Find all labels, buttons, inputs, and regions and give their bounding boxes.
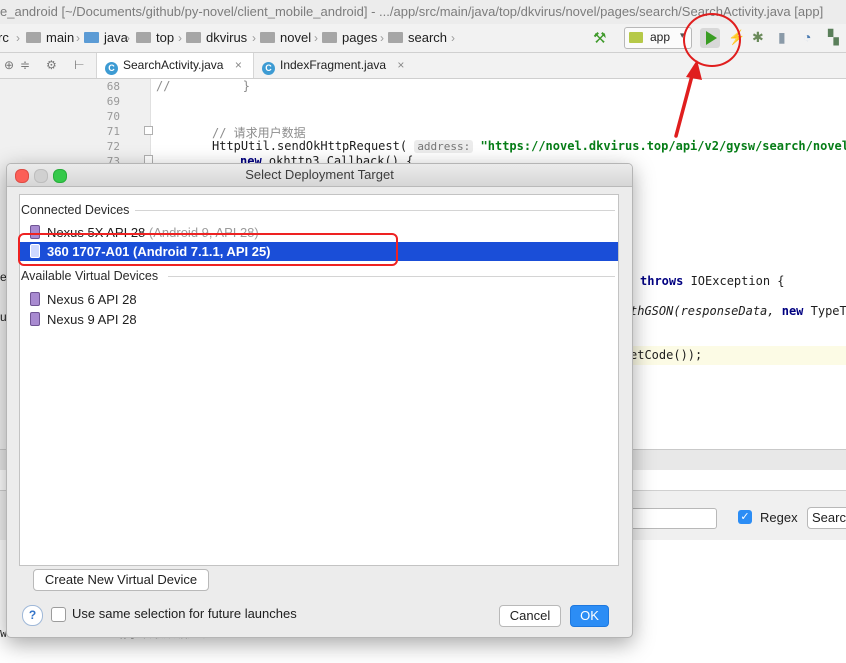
folder-icon (388, 32, 403, 43)
gear-icon[interactable]: ⚙ (46, 58, 57, 72)
run-configuration-select[interactable]: app ▾ (624, 27, 692, 49)
breadcrumb-search[interactable]: search (388, 24, 447, 52)
regex-checkbox[interactable]: ✓ (738, 510, 752, 524)
chevron-right-icon: › (126, 31, 130, 45)
tab-indexfragment[interactable]: C IndexFragment.java × (254, 53, 404, 78)
class-icon: C (262, 62, 275, 75)
device-row-nexus-6[interactable]: Nexus 6 API 28 (20, 290, 618, 309)
regex-label: Regex (760, 510, 798, 525)
breadcrumb-src[interactable]: rc (0, 24, 9, 52)
folder-icon (136, 32, 151, 43)
line-number: 70 (106, 110, 120, 123)
chevron-right-icon: › (76, 31, 80, 45)
collapse-icon[interactable]: ≑ (20, 58, 30, 72)
target-icon[interactable]: ⊕ (4, 58, 14, 72)
find-input[interactable] (630, 508, 717, 529)
create-virtual-device-button[interactable]: Create New Virtual Device (33, 569, 209, 591)
chevron-right-icon: › (16, 31, 20, 45)
breadcrumb-java[interactable]: java (84, 24, 128, 52)
close-icon[interactable]: × (235, 58, 242, 72)
breadcrumb-novel[interactable]: novel (260, 24, 311, 52)
phone-icon (30, 292, 40, 306)
same-selection-label: Use same selection for future launches (72, 606, 297, 621)
code-line-72: HttpUtil.sendOkHttpRequest( address: "ht… (212, 139, 846, 153)
code-line-68: // } (156, 79, 250, 93)
dialog-titlebar: Select Deployment Target (7, 164, 632, 187)
breadcrumb-main[interactable]: main (26, 24, 74, 52)
breadcrumb-pages[interactable]: pages (322, 24, 377, 52)
ok-button[interactable]: OK (570, 605, 609, 627)
code-fragment: throws IOException { (640, 274, 785, 288)
coverage-icon[interactable]: ▮ (778, 29, 786, 46)
android-module-icon (629, 32, 643, 43)
fold-marker-icon[interactable] (144, 126, 153, 135)
line-number: 69 (106, 95, 120, 108)
selected-device-annotation-box (18, 233, 398, 266)
folder-icon (186, 32, 201, 43)
close-icon[interactable]: × (397, 58, 404, 72)
profiler-icon[interactable]: ◔ (803, 29, 811, 45)
help-button[interactable]: ? (22, 605, 43, 626)
debug-bug-icon[interactable]: ✱ (752, 29, 764, 46)
annotation-arrow (674, 60, 702, 138)
chevron-right-icon: › (380, 31, 384, 45)
chevron-right-icon: › (314, 31, 318, 45)
folder-icon (260, 32, 275, 43)
line-number: 72 (106, 140, 120, 153)
dialog-title: Select Deployment Target (245, 167, 394, 182)
chevron-right-icon: › (178, 31, 182, 45)
folder-icon (84, 32, 99, 43)
line-number: 71 (106, 125, 120, 138)
chevron-right-icon: › (252, 31, 256, 45)
code-fragment: thGSON(responseData, new TypeTo (630, 304, 846, 318)
chevron-right-icon: › (451, 31, 455, 45)
class-icon: C (105, 62, 118, 75)
tab-searchactivity[interactable]: C SearchActivity.java × (96, 53, 254, 78)
build-hammer-icon[interactable]: ⚒ (593, 29, 606, 47)
folder-icon (26, 32, 41, 43)
phone-icon (30, 312, 40, 326)
breadcrumb-dkvirus[interactable]: dkvirus (186, 24, 247, 52)
device-row-nexus-9[interactable]: Nexus 9 API 28 (20, 310, 618, 329)
line-number: 68 (106, 80, 120, 93)
divider (168, 276, 615, 277)
breadcrumb-top[interactable]: top (136, 24, 174, 52)
divider (135, 210, 615, 211)
cancel-button[interactable]: Cancel (499, 605, 561, 627)
hide-panel-icon[interactable]: ⊢ (74, 58, 84, 72)
folder-icon (322, 32, 337, 43)
same-selection-checkbox[interactable] (51, 607, 66, 622)
attach-debugger-icon[interactable]: ▚ (828, 29, 839, 46)
search-button[interactable]: Search (807, 507, 846, 529)
code-fragment: etCode()); (630, 348, 703, 362)
